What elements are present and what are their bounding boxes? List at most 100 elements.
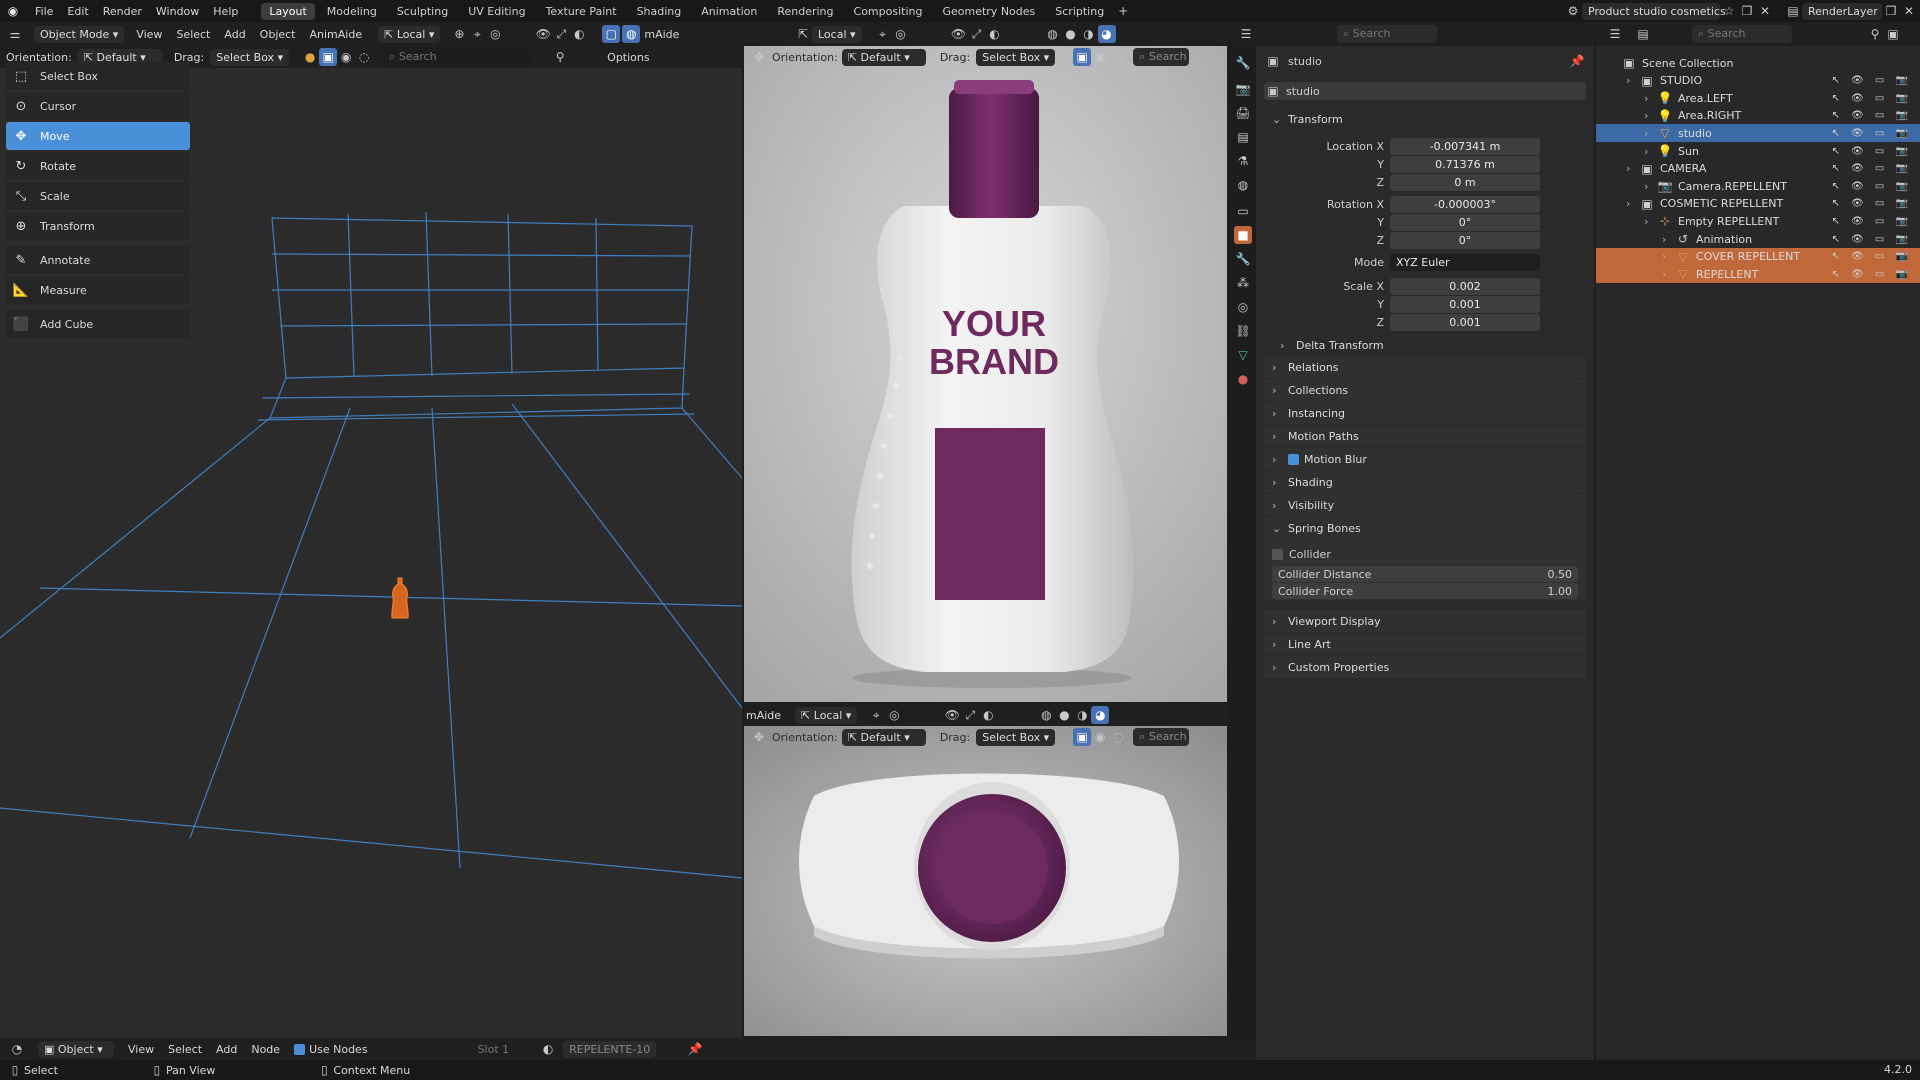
- solid-shading-icon[interactable]: ●: [1062, 25, 1080, 43]
- collider-force-field[interactable]: Collider Force 1.00: [1272, 583, 1578, 599]
- drag-dropdown[interactable]: Select Box ▾: [210, 48, 290, 66]
- visibility-toggles-icon[interactable]: ↖ 👁 ▭ 📷: [1831, 163, 1912, 174]
- outliner-editor-icon[interactable]: ☰: [1606, 25, 1624, 43]
- properties-search[interactable]: ⌕ Search: [1337, 25, 1437, 43]
- visibility-toggles-icon[interactable]: ↖ 👁 ▭ 📷: [1831, 110, 1912, 121]
- outliner-row[interactable]: › ↺ Animation ↖ 👁 ▭ 📷: [1596, 230, 1920, 248]
- viewport-render-top[interactable]: ✥ Orientation: ⇱ Default ▾ Drag: Select …: [744, 726, 1227, 1036]
- menu-select[interactable]: Select: [168, 1043, 202, 1056]
- visibility-icon[interactable]: 👁: [950, 25, 968, 43]
- orientation-dropdown[interactable]: ⇱ Default ▾: [841, 728, 926, 746]
- menu-select[interactable]: Select: [176, 28, 210, 41]
- rendered-icon[interactable]: ◌: [1109, 48, 1127, 66]
- chevron-right-icon[interactable]: ›: [1644, 127, 1656, 140]
- menu-view[interactable]: View: [128, 1043, 154, 1056]
- scale-x-field[interactable]: 0.002: [1390, 278, 1540, 295]
- menu-edit[interactable]: Edit: [67, 5, 88, 18]
- drag-dropdown[interactable]: Select Box ▾: [976, 48, 1056, 66]
- tool-measure[interactable]: 📐 Measure: [6, 276, 190, 304]
- menu-file[interactable]: File: [35, 5, 53, 18]
- outliner-row[interactable]: › ▣ STUDIO ↖ 👁 ▭ 📷: [1596, 72, 1920, 90]
- render-tab-icon[interactable]: 📷: [1234, 80, 1252, 98]
- relations-section[interactable]: › Relations: [1264, 356, 1586, 378]
- transform-orientation-dropdown[interactable]: Local ▾: [812, 25, 862, 43]
- select-mode-icon[interactable]: ▣: [319, 48, 338, 66]
- snap-icon[interactable]: ⌖: [468, 25, 486, 43]
- visibility-toggles-icon[interactable]: ↖ 👁 ▭ 📷: [1831, 216, 1912, 227]
- snap-icon[interactable]: ⌖: [874, 25, 892, 43]
- instancing-section[interactable]: › Instancing: [1264, 402, 1586, 424]
- material-shading-icon[interactable]: ◑: [1073, 706, 1091, 724]
- outliner-row[interactable]: › ▽ REPELLENT ↖ 👁 ▭ 📷: [1596, 265, 1920, 284]
- rotation-x-field[interactable]: -0.000003°: [1390, 196, 1540, 213]
- search-field[interactable]: ⌕ Search: [1133, 728, 1190, 746]
- editor-type-icon[interactable]: ◔: [8, 1040, 26, 1058]
- chevron-right-icon[interactable]: ›: [1626, 74, 1638, 87]
- tab-shading[interactable]: Shading: [629, 3, 690, 20]
- display-mode-icon[interactable]: ▤: [1634, 25, 1652, 43]
- chevron-right-icon[interactable]: ›: [1662, 250, 1674, 263]
- outliner-row[interactable]: › ▽ studio ↖ 👁 ▭ 📷: [1596, 124, 1920, 143]
- add-workspace-icon[interactable]: +: [1114, 2, 1132, 20]
- data-tab-icon[interactable]: ▽: [1234, 346, 1252, 364]
- collider-checkbox[interactable]: [1272, 549, 1283, 560]
- shading-section[interactable]: › Shading: [1264, 471, 1586, 493]
- rendered-icon[interactable]: ◌: [1109, 728, 1127, 746]
- view-layer-tab-icon[interactable]: ▤: [1234, 128, 1252, 146]
- xray-icon[interactable]: ▢: [602, 25, 621, 43]
- constraints-tab-icon[interactable]: ⛓: [1234, 322, 1252, 340]
- solid-icon[interactable]: ◉: [1091, 48, 1109, 66]
- chevron-right-icon[interactable]: ›: [1662, 268, 1674, 281]
- use-nodes-checkbox[interactable]: [294, 1043, 306, 1055]
- object-tab-icon[interactable]: ■: [1234, 226, 1252, 244]
- outliner-row[interactable]: › ▣ COSMETIC REPELLENT ↖ 👁 ▭ 📷: [1596, 195, 1920, 213]
- scale-y-field[interactable]: 0.001: [1390, 296, 1540, 313]
- menu-add[interactable]: Add: [224, 28, 245, 41]
- close-scene-icon[interactable]: ✕: [1756, 2, 1774, 20]
- overlay-icon[interactable]: ◐: [986, 25, 1004, 43]
- shader-type-dropdown[interactable]: ▣ Object ▾: [38, 1040, 114, 1058]
- tab-uv-editing[interactable]: UV Editing: [460, 3, 533, 20]
- gizmo-move-icon[interactable]: ✥: [750, 728, 768, 746]
- motion-blur-checkbox[interactable]: [1288, 453, 1299, 465]
- material-preview-icon[interactable]: ●: [301, 48, 319, 66]
- chevron-right-icon[interactable]: ›: [1626, 197, 1638, 210]
- collider-row[interactable]: Collider: [1272, 548, 1331, 561]
- collections-section[interactable]: › Collections: [1264, 379, 1586, 401]
- menu-render[interactable]: Render: [103, 5, 142, 18]
- delta-transform-section[interactable]: › Delta Transform: [1272, 334, 1586, 356]
- tool-add-cube[interactable]: ⬛ Add Cube: [6, 310, 190, 338]
- scene-selector[interactable]: ⚙ Product studio cosmetics ☆ ❐ ✕: [1564, 2, 1774, 20]
- transform-orientation-dropdown[interactable]: ⇱ Local ▾: [378, 25, 441, 43]
- chevron-right-icon[interactable]: ›: [1626, 162, 1638, 175]
- tab-modeling[interactable]: Modeling: [319, 3, 385, 20]
- motion-paths-section[interactable]: › Motion Paths: [1264, 425, 1586, 447]
- transform-section[interactable]: ⌄ Transform: [1264, 108, 1586, 130]
- wireframe-shading-icon[interactable]: ◍: [622, 25, 641, 43]
- tool-select-box[interactable]: ⬚ Select Box: [6, 62, 190, 90]
- gizmo-icon[interactable]: ⤢: [552, 25, 570, 43]
- datablock-field[interactable]: ▣ studio: [1264, 82, 1586, 100]
- visibility-toggles-icon[interactable]: ↖ 👁 ▭ 📷: [1831, 198, 1912, 209]
- viewport-3d-left[interactable]: ⚌ Object Mode ▾ View Select Add Object A…: [0, 22, 742, 1040]
- render-shading-icon[interactable]: ◕: [1091, 706, 1110, 724]
- visibility-section[interactable]: › Visibility: [1264, 494, 1586, 516]
- menu-node[interactable]: Node: [251, 1043, 280, 1056]
- particles-tab-icon[interactable]: ⁂: [1234, 274, 1252, 292]
- select-mode-icon[interactable]: ▣: [1073, 48, 1092, 66]
- outliner-row[interactable]: ▣ Scene Collection: [1596, 54, 1920, 72]
- outliner-search[interactable]: ⌕ Search: [1692, 25, 1792, 43]
- rotation-y-field[interactable]: 0°: [1390, 214, 1540, 231]
- line-art-section[interactable]: › Line Art: [1264, 633, 1586, 655]
- spring-bones-section[interactable]: ⌄ Spring Bones: [1264, 517, 1586, 539]
- mode-dropdown[interactable]: Object Mode ▾: [34, 25, 125, 43]
- menu-animaide[interactable]: AnimAide: [310, 28, 363, 41]
- close-layer-icon[interactable]: ✕: [1900, 2, 1918, 20]
- location-z-field[interactable]: 0 m: [1390, 174, 1540, 191]
- wireframe-icon[interactable]: ◍: [1044, 25, 1062, 43]
- visibility-toggles-icon[interactable]: ↖ 👁 ▭ 📷: [1831, 146, 1912, 157]
- pivot-icon[interactable]: ⊕: [450, 25, 468, 43]
- tab-texture-paint[interactable]: Texture Paint: [538, 3, 625, 20]
- visibility-toggles-icon[interactable]: ↖ 👁 ▭ 📷: [1831, 269, 1912, 280]
- outliner-row[interactable]: › 📷 Camera.REPELLENT ↖ 👁 ▭ 📷: [1596, 177, 1920, 195]
